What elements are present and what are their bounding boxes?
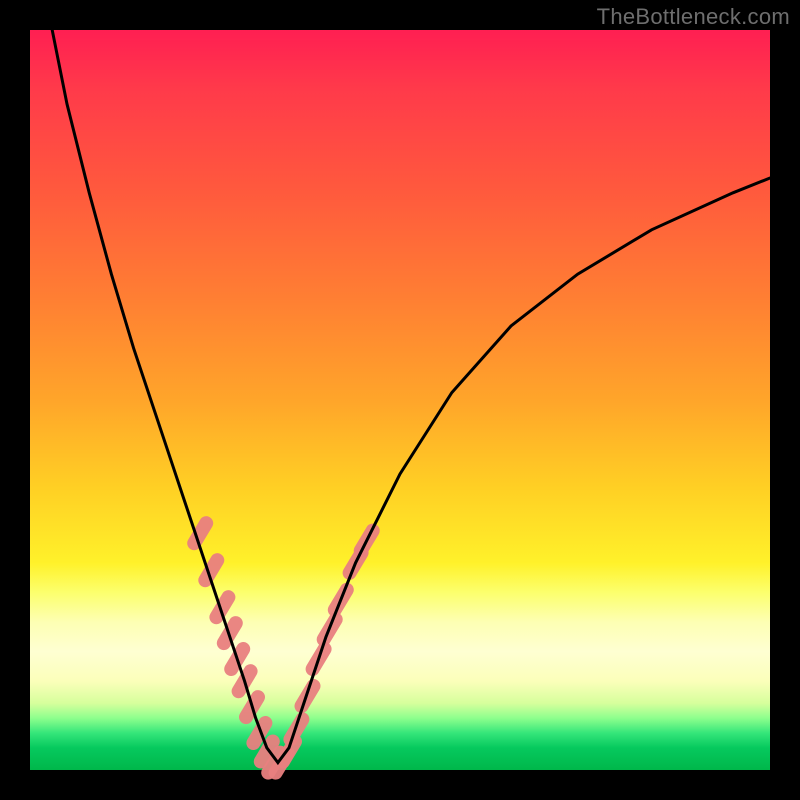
plot-area [30,30,770,770]
watermark-text: TheBottleneck.com [597,4,790,30]
chart-frame: TheBottleneck.com [0,0,800,800]
marker-layer [194,523,373,772]
chart-svg [30,30,770,770]
bottleneck-curve [52,30,770,763]
